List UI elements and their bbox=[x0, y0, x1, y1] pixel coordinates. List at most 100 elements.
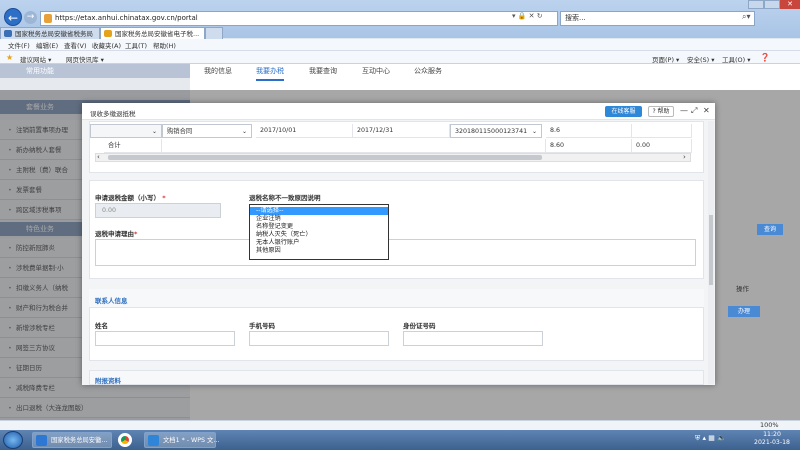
table-cell-select[interactable]: 购销合同 ⌄ bbox=[162, 124, 252, 138]
modal-title: 误收多缴退抵税 bbox=[90, 110, 136, 118]
scroll-right-icon[interactable]: › bbox=[683, 153, 686, 161]
nav-tax-handling[interactable]: 我要办税 bbox=[256, 66, 284, 81]
status-bar bbox=[0, 420, 800, 430]
table-cell: 8.6 bbox=[546, 124, 632, 138]
browser-tab-1[interactable]: 国家税务总局安徽省税务局 bbox=[0, 27, 100, 39]
table-cell-select[interactable]: ⌄ bbox=[90, 124, 162, 138]
back-button[interactable]: ← bbox=[4, 8, 22, 26]
phone-label: 手机号码 bbox=[249, 322, 275, 330]
address-actions[interactable]: ▾ 🔒 ✕ ↻ bbox=[512, 12, 543, 20]
dropdown-option[interactable]: 无本人银行账户 bbox=[250, 239, 388, 247]
sidebar-common-functions[interactable]: 常用功能 bbox=[0, 64, 190, 78]
address-bar[interactable]: https://etax.anhui.chinatax.gov.cn/porta… bbox=[40, 11, 558, 26]
table-cell bbox=[162, 139, 546, 153]
menu-file[interactable]: 文件(F) bbox=[8, 40, 30, 50]
taskbar-item-ie[interactable]: 国家税务总局安徽... bbox=[32, 432, 112, 448]
search-placeholder: 搜索... bbox=[565, 14, 586, 22]
maximize-button[interactable] bbox=[764, 0, 780, 9]
label-text: 申请退税金额（小写） bbox=[95, 194, 160, 202]
table-cell bbox=[632, 124, 692, 138]
wps-icon bbox=[148, 435, 159, 446]
new-tab-button[interactable] bbox=[205, 27, 223, 39]
nav-public-service[interactable]: 公众服务 bbox=[414, 66, 442, 76]
menu-tools[interactable]: 工具(T) bbox=[125, 40, 147, 50]
clock[interactable]: 11:20 2021-03-18 bbox=[752, 431, 792, 447]
nav-query[interactable]: 我要查询 bbox=[309, 66, 337, 76]
attachment-section bbox=[89, 370, 704, 385]
dropdown-option[interactable]: 纳税人灭失（死亡） bbox=[250, 231, 388, 239]
taskbar-item-wps[interactable]: 文档1 * - WPS 文... bbox=[144, 432, 219, 448]
ie-icon bbox=[36, 435, 47, 446]
refund-amount-label: 申请退税金额（小写） * bbox=[95, 192, 166, 202]
lock-icon bbox=[44, 14, 52, 23]
nav-my-info[interactable]: 我的信息 bbox=[204, 66, 232, 76]
cmd-page[interactable]: 页面(P) ▾ bbox=[652, 54, 679, 64]
chevron-down-icon: ⌄ bbox=[531, 128, 537, 135]
tab-label: 国家税务总局安徽省税务局 bbox=[15, 30, 93, 38]
close-window-button[interactable]: ✕ bbox=[780, 0, 800, 9]
search-icon[interactable]: ⌕▾ bbox=[742, 12, 751, 22]
minimize-icon[interactable]: — bbox=[680, 106, 688, 115]
fav-web-slice[interactable]: 网页快讯库 ▾ bbox=[66, 54, 104, 64]
zoom-level[interactable]: 100% bbox=[760, 421, 779, 429]
site-favicon-icon bbox=[104, 30, 112, 37]
handle-button[interactable]: 办理 bbox=[728, 306, 760, 317]
table-cell-select[interactable]: 320180115000123741 ⌄ bbox=[450, 124, 542, 138]
minimize-button[interactable] bbox=[748, 0, 764, 9]
menu-view[interactable]: 查看(V) bbox=[64, 40, 87, 50]
table-total-label: 合计 bbox=[104, 139, 162, 153]
contact-section-header bbox=[89, 289, 704, 308]
help-circle-icon[interactable]: ❓ bbox=[760, 53, 770, 62]
dropdown-option[interactable]: 名称登记变更 bbox=[250, 223, 388, 231]
shield-icon[interactable]: ⛨ bbox=[695, 434, 700, 442]
online-service-button[interactable]: 在线客服 bbox=[605, 106, 642, 117]
fav-suggested-sites[interactable]: 建议网站 ▾ bbox=[20, 54, 51, 64]
cell-text: 320180115000123741 bbox=[455, 128, 528, 135]
sidebar-label: 常用功能 bbox=[26, 67, 54, 75]
nav-interaction[interactable]: 互动中心 bbox=[362, 66, 390, 76]
query-button[interactable]: 查询 bbox=[757, 224, 783, 235]
network-icon[interactable]: ▦ bbox=[708, 434, 715, 442]
menu-help[interactable]: 帮助(H) bbox=[153, 40, 176, 50]
browser-tab-2[interactable]: 国家税务总局安徽省电子税... bbox=[100, 27, 205, 39]
cell-text: 购销合同 bbox=[167, 128, 193, 135]
contact-section-title: 联系人信息 bbox=[95, 297, 128, 305]
search-input[interactable]: 搜索... bbox=[560, 11, 755, 26]
clock-time: 11:20 bbox=[763, 431, 781, 438]
name-mismatch-label: 退税名称不一致原因说明 bbox=[249, 194, 321, 202]
scrollbar-thumb[interactable] bbox=[709, 215, 713, 285]
chevron-down-icon: ⌄ bbox=[241, 128, 247, 135]
speaker-icon[interactable]: 🔈 bbox=[717, 434, 726, 442]
system-tray[interactable]: ⛨ ▴ ▦ 🔈 bbox=[695, 434, 726, 443]
scroll-left-icon[interactable]: ‹ bbox=[97, 153, 100, 161]
close-icon[interactable]: ✕ bbox=[703, 106, 710, 115]
name-label: 姓名 bbox=[95, 322, 108, 330]
menu-favorites[interactable]: 收藏夹(A) bbox=[92, 40, 121, 50]
forward-button[interactable]: → bbox=[24, 11, 37, 24]
chevron-down-icon: ⌄ bbox=[151, 128, 157, 135]
menu-edit[interactable]: 编辑(E) bbox=[36, 40, 58, 50]
online-service-label: 在线客服 bbox=[611, 108, 636, 115]
name-input[interactable] bbox=[95, 331, 235, 346]
help-button[interactable]: ? 帮助 bbox=[648, 106, 674, 117]
cmd-security[interactable]: 安全(S) ▾ bbox=[687, 54, 715, 64]
cmd-tools[interactable]: 工具(O) ▾ bbox=[722, 54, 751, 64]
scrollbar-thumb[interactable] bbox=[108, 155, 542, 160]
start-button[interactable] bbox=[3, 431, 23, 449]
refund-amount-input[interactable]: 0.00 bbox=[95, 203, 221, 218]
dropdown-option[interactable]: 其他原因 bbox=[250, 247, 388, 255]
clock-date: 2021-03-18 bbox=[754, 439, 790, 446]
chrome-icon[interactable] bbox=[118, 433, 132, 447]
dropdown-option[interactable]: --请选择-- bbox=[250, 207, 388, 215]
tab-label: 国家税务总局安徽省电子税... bbox=[115, 30, 200, 38]
maximize-icon[interactable]: ⤢ bbox=[691, 106, 697, 116]
help-label: 帮助 bbox=[657, 108, 670, 115]
id-number-input[interactable] bbox=[403, 331, 543, 346]
star-icon[interactable]: ★ bbox=[6, 53, 13, 62]
dropdown-option[interactable]: 企业注销 bbox=[250, 215, 388, 223]
table-cell: 2017/12/31 bbox=[353, 124, 450, 138]
refund-reason-label: 退税申请理由* bbox=[95, 228, 137, 238]
phone-input[interactable] bbox=[249, 331, 389, 346]
task-label: 国家税务总局安徽... bbox=[51, 437, 108, 444]
refund-reason-textarea[interactable] bbox=[95, 239, 696, 266]
